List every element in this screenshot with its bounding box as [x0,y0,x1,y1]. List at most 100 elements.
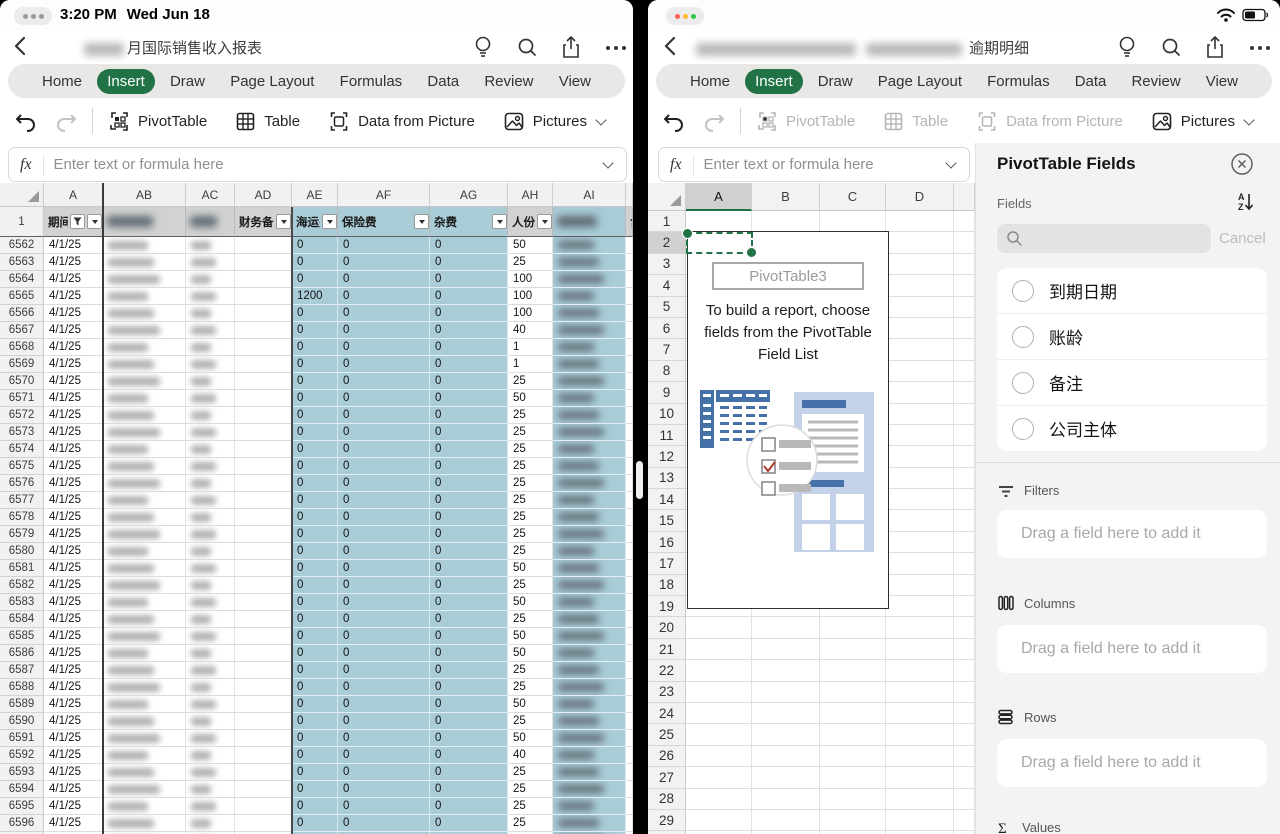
cell[interactable] [553,628,626,645]
cell[interactable] [886,232,954,254]
cell[interactable] [103,271,186,288]
cell[interactable] [103,509,186,526]
row-header[interactable]: 6570 [0,373,44,390]
cell[interactable] [103,492,186,509]
cell[interactable]: 0 [292,322,338,339]
cell[interactable]: 0 [292,509,338,526]
cell[interactable] [235,781,292,798]
cell[interactable] [103,458,186,475]
cell[interactable] [954,574,975,597]
cell[interactable]: 4/1/25 [44,662,103,679]
cell[interactable] [626,271,633,288]
cell[interactable] [886,360,954,383]
row-header[interactable]: 27 [648,767,686,789]
splitview-divider-handle[interactable] [636,461,643,499]
cell[interactable]: 0 [292,339,338,356]
cell[interactable] [186,288,235,305]
formula-bar[interactable]: fx Enter text or formula here [8,147,627,182]
search-input[interactable] [997,224,1211,253]
cell[interactable]: 0 [338,288,430,305]
cell[interactable] [626,611,633,628]
cell[interactable]: 25 [508,662,553,679]
row-header[interactable]: 26 [648,745,686,768]
cell[interactable]: 0 [338,390,430,407]
cell[interactable]: 4/1/25 [44,645,103,662]
cell[interactable] [626,730,633,747]
cell[interactable]: 4/1/25 [44,560,103,577]
header-cell[interactable]: 财务备注 [235,207,292,237]
cell[interactable]: 0 [292,679,338,696]
cell[interactable] [626,526,633,543]
tab-data[interactable]: Data [1065,69,1117,94]
cell[interactable] [886,531,954,554]
cell[interactable]: 4/1/25 [44,509,103,526]
cell[interactable] [886,382,954,404]
cell[interactable]: 25 [508,611,553,628]
tab-insert[interactable]: Insert [97,68,155,94]
cell[interactable] [235,526,292,543]
cell[interactable] [186,407,235,424]
row-header[interactable]: 6575 [0,458,44,475]
tab-page-layout[interactable]: Page Layout [220,69,324,94]
field-list-item[interactable]: 账龄 [997,314,1267,360]
cell[interactable]: 0 [430,543,508,560]
cell[interactable] [553,322,626,339]
formula-input-placeholder[interactable]: Enter text or formula here [704,156,945,173]
cell[interactable] [553,764,626,781]
cell[interactable]: 0 [338,322,430,339]
cell[interactable] [103,798,186,815]
cell[interactable]: 0 [292,492,338,509]
cell[interactable]: 0 [430,577,508,594]
tab-page-layout[interactable]: Page Layout [868,69,972,94]
select-all-corner[interactable] [648,183,686,211]
cell[interactable] [235,628,292,645]
cell[interactable]: 4/1/25 [44,322,103,339]
tab-view[interactable]: View [1196,69,1248,94]
table-button[interactable]: Table [235,111,300,132]
formula-expand-chevron-icon[interactable] [945,157,957,169]
formula-input-placeholder[interactable]: Enter text or formula here [54,156,602,173]
cell[interactable]: 4/1/25 [44,339,103,356]
cell[interactable] [186,628,235,645]
header-cell[interactable]: 期间 [44,207,103,237]
cell[interactable] [626,543,633,560]
cell[interactable] [954,531,975,554]
cell[interactable] [235,730,292,747]
cell[interactable]: 1 [508,356,553,373]
column-header-edge[interactable] [954,183,975,211]
cell[interactable] [553,730,626,747]
cell[interactable]: 0 [430,373,508,390]
cell[interactable] [626,441,633,458]
cell[interactable] [186,577,235,594]
cell[interactable] [886,767,954,789]
row-header[interactable]: 6594 [0,781,44,798]
tab-review[interactable]: Review [474,69,543,94]
cell[interactable]: 4/1/25 [44,356,103,373]
cell[interactable]: 0 [292,747,338,764]
cell[interactable] [103,475,186,492]
cell[interactable] [954,275,975,297]
cell[interactable] [186,237,235,254]
cell[interactable] [103,322,186,339]
row-header[interactable]: 11 [648,424,686,447]
more-ellipsis-icon[interactable] [604,35,628,59]
cell[interactable] [103,815,186,832]
cell[interactable] [886,574,954,597]
cell[interactable] [553,237,626,254]
row-header[interactable]: 6568 [0,339,44,356]
cell[interactable] [686,211,752,233]
cell[interactable]: 40 [508,747,553,764]
row-header[interactable]: 5 [648,296,686,318]
cell[interactable] [186,441,235,458]
cell[interactable]: 4/1/25 [44,713,103,730]
row-header[interactable]: 6577 [0,492,44,509]
cell[interactable] [954,660,975,682]
cell[interactable]: 0 [292,237,338,254]
field-list-item[interactable]: 到期日期 [997,268,1267,314]
cell[interactable] [954,553,975,575]
cell[interactable] [103,373,186,390]
cell[interactable] [186,271,235,288]
rows-drop-zone[interactable]: Drag a field here to add it [997,739,1267,787]
cell[interactable]: 0 [430,645,508,662]
cell[interactable]: 4/1/25 [44,747,103,764]
